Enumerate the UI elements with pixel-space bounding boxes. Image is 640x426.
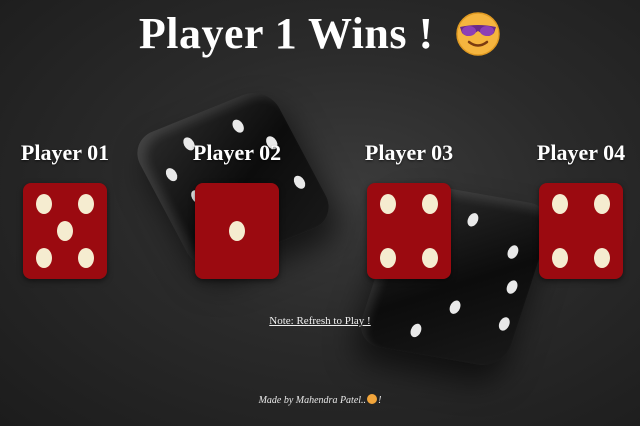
footer-credit-suffix: ! bbox=[378, 395, 382, 406]
die-pip bbox=[552, 247, 568, 268]
die-pip bbox=[422, 247, 438, 268]
player-01-label: Player 01 bbox=[20, 140, 110, 165]
result-title-text: Player 1 Wins ! bbox=[138, 9, 434, 58]
player-01-die bbox=[23, 183, 107, 279]
smile-emoji-icon bbox=[367, 394, 378, 404]
die-pip bbox=[594, 247, 610, 268]
die-pip bbox=[36, 247, 52, 268]
player-03-label: Player 03 bbox=[364, 140, 454, 165]
player-04-die bbox=[539, 183, 623, 279]
result-title: Player 1 Wins ! bbox=[0, 8, 640, 59]
die-pip bbox=[36, 194, 52, 215]
die-pip bbox=[422, 194, 438, 215]
player-02-label: Player 02 bbox=[192, 140, 282, 165]
die-pip bbox=[78, 194, 94, 215]
refresh-note[interactable]: Note: Refresh to Play ! bbox=[0, 315, 640, 327]
die-pip bbox=[380, 247, 396, 268]
cool-face-emoji-icon bbox=[456, 12, 500, 56]
die-pip bbox=[594, 194, 610, 215]
footer-credit: Made by Mahendra Patel..! bbox=[0, 394, 640, 406]
die-pip bbox=[78, 247, 94, 268]
footer-credit-text: Made by Mahendra Patel.. bbox=[258, 395, 367, 406]
die-pip bbox=[552, 194, 568, 215]
player-02-die bbox=[195, 183, 279, 279]
player-03-die bbox=[367, 183, 451, 279]
die-pip bbox=[380, 194, 396, 215]
die-pip bbox=[229, 221, 245, 241]
die-pip bbox=[57, 221, 73, 241]
player-04-label: Player 04 bbox=[536, 140, 626, 165]
